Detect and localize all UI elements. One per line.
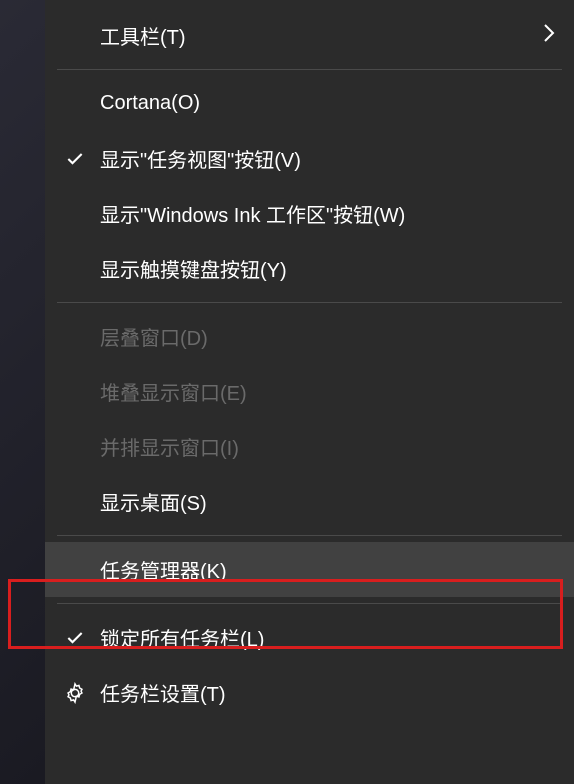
chevron-right-icon <box>542 22 556 50</box>
desktop-background <box>0 0 45 784</box>
menu-item-side-by-side: 并排显示窗口(I) <box>45 419 574 474</box>
gear-icon <box>63 681 87 705</box>
menu-item-label: 堆叠显示窗口(E) <box>100 377 247 406</box>
menu-item-label: 显示"Windows Ink 工作区"按钮(W) <box>100 199 405 228</box>
checkmark-icon <box>63 626 87 650</box>
menu-separator <box>57 603 562 604</box>
menu-item-show-task-view[interactable]: 显示"任务视图"按钮(V) <box>45 131 574 186</box>
menu-separator <box>57 535 562 536</box>
menu-item-show-desktop[interactable]: 显示桌面(S) <box>45 474 574 529</box>
menu-item-cascade-windows: 层叠窗口(D) <box>45 309 574 364</box>
menu-separator <box>57 69 562 70</box>
menu-item-label: 工具栏(T) <box>100 21 186 50</box>
menu-item-label: 任务管理器(K) <box>100 555 227 584</box>
menu-item-stack-windows: 堆叠显示窗口(E) <box>45 364 574 419</box>
taskbar-context-menu: 工具栏(T) Cortana(O) 显示"任务视图"按钮(V) 显示"Windo… <box>45 0 574 784</box>
menu-item-task-manager[interactable]: 任务管理器(K) <box>45 542 574 597</box>
menu-separator <box>57 302 562 303</box>
menu-item-label: 锁定所有任务栏(L) <box>100 623 264 652</box>
menu-item-label: 任务栏设置(T) <box>100 678 226 707</box>
menu-item-label: Cortana(O) <box>100 92 200 115</box>
menu-item-toolbars[interactable]: 工具栏(T) <box>45 8 574 63</box>
menu-item-show-touch-keyboard[interactable]: 显示触摸键盘按钮(Y) <box>45 241 574 296</box>
checkmark-icon <box>63 147 87 171</box>
menu-item-show-windows-ink[interactable]: 显示"Windows Ink 工作区"按钮(W) <box>45 186 574 241</box>
menu-item-label: 层叠窗口(D) <box>100 322 208 351</box>
menu-item-label: 并排显示窗口(I) <box>100 432 239 461</box>
menu-item-cortana[interactable]: Cortana(O) <box>45 76 574 131</box>
menu-item-label: 显示触摸键盘按钮(Y) <box>100 254 287 283</box>
menu-item-taskbar-settings[interactable]: 任务栏设置(T) <box>45 665 574 720</box>
menu-item-lock-taskbars[interactable]: 锁定所有任务栏(L) <box>45 610 574 665</box>
menu-item-label: 显示"任务视图"按钮(V) <box>100 144 301 173</box>
menu-item-label: 显示桌面(S) <box>100 487 207 516</box>
